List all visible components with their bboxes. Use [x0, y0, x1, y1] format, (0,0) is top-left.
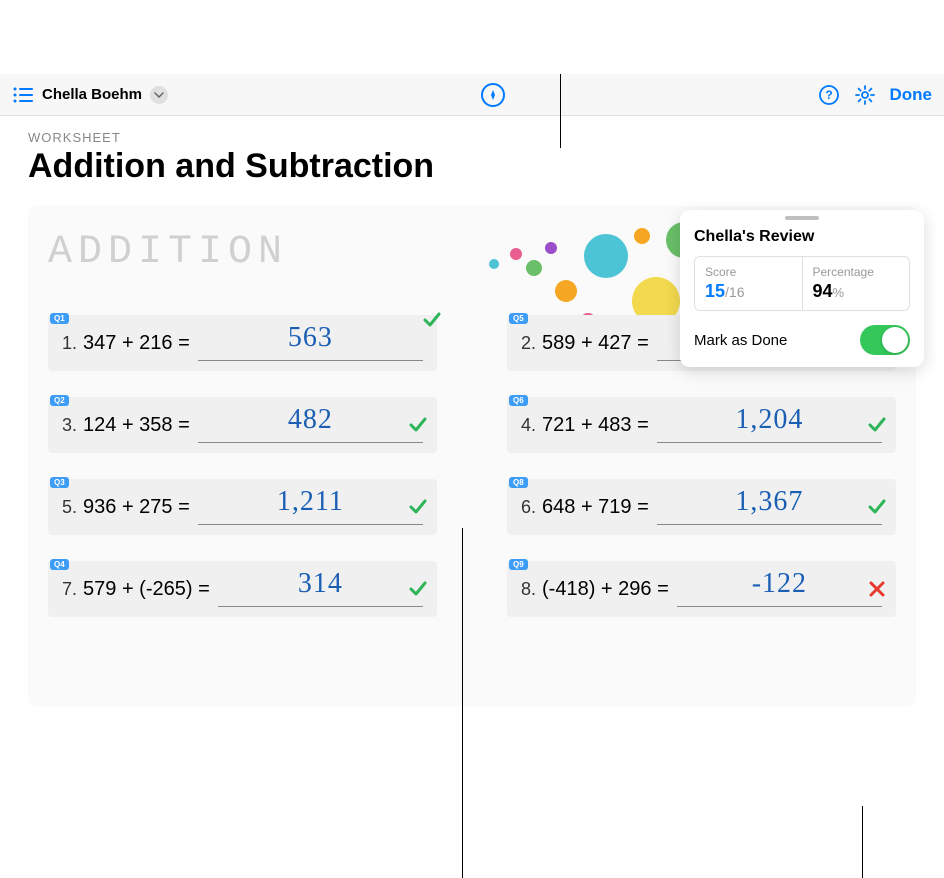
question-row[interactable]: Q4 7. 579 + (-265) = 314 — [48, 561, 437, 617]
markup-icon[interactable] — [481, 83, 505, 107]
question-text: 579 + (-265) = — [83, 578, 210, 601]
handwritten-answer: 1,211 — [277, 486, 344, 518]
user-name[interactable]: Chella Boehm — [42, 86, 142, 103]
question-row[interactable]: Q2 3. 124 + 358 = 482 — [48, 397, 437, 453]
question-number: 5. — [62, 497, 77, 518]
check-icon — [866, 496, 888, 518]
percentage-number: 94 — [813, 281, 833, 301]
toolbar-right: ? Done — [818, 84, 933, 106]
question-badge: Q6 — [509, 395, 528, 406]
check-icon — [407, 496, 429, 518]
question-number: 3. — [62, 415, 77, 436]
score-value: 15/16 — [705, 281, 792, 302]
percentage-value: 94% — [813, 281, 900, 302]
percentage-stat[interactable]: Percentage 94% — [803, 257, 910, 310]
question-row[interactable]: Q9 8. (-418) + 296 = -122 — [507, 561, 896, 617]
question-number: 7. — [62, 579, 77, 600]
answer-field[interactable]: 1,204 — [657, 407, 882, 443]
question-text: 936 + 275 = — [83, 496, 190, 519]
score-numerator: 15 — [705, 281, 725, 301]
question-text: 721 + 483 = — [542, 414, 649, 437]
toolbar-center — [168, 83, 817, 107]
bubble-icon — [510, 248, 522, 260]
handwritten-answer: 1,204 — [735, 404, 803, 436]
review-stats: Score 15/16 Percentage 94% — [694, 256, 910, 311]
toolbar-left: Chella Boehm — [12, 84, 168, 106]
list-icon[interactable] — [12, 84, 34, 106]
handwritten-answer: -122 — [752, 568, 807, 600]
question-number: 4. — [521, 415, 536, 436]
mark-done-toggle[interactable] — [860, 325, 910, 355]
answer-field[interactable]: 1,367 — [657, 489, 882, 525]
mark-done-row: Mark as Done — [694, 325, 910, 355]
question-row[interactable]: Q3 5. 936 + 275 = 1,211 — [48, 479, 437, 535]
help-icon[interactable]: ? — [818, 84, 840, 106]
bubble-icon — [555, 280, 577, 302]
score-stat[interactable]: Score 15/16 — [695, 257, 803, 310]
done-button[interactable]: Done — [890, 85, 933, 105]
percentage-label: Percentage — [813, 265, 900, 279]
review-title: Chella's Review — [694, 228, 910, 246]
drag-handle-icon[interactable] — [785, 216, 819, 220]
question-badge: Q5 — [509, 313, 528, 324]
question-badge: Q9 — [509, 559, 528, 570]
question-number: 8. — [521, 579, 536, 600]
question-number: 6. — [521, 497, 536, 518]
svg-text:?: ? — [825, 88, 832, 102]
question-row[interactable]: Q8 6. 648 + 719 = 1,367 — [507, 479, 896, 535]
answer-field[interactable]: 314 — [218, 571, 423, 607]
score-label: Score — [705, 265, 792, 279]
content: WORKSHEET Addition and Subtraction ADDIT… — [0, 116, 944, 720]
check-icon — [407, 578, 429, 600]
question-text: 124 + 358 = — [83, 414, 190, 437]
review-panel: Chella's Review Score 15/16 Percentage 9… — [680, 210, 924, 367]
chevron-down-icon[interactable] — [150, 86, 168, 104]
gear-icon[interactable] — [854, 84, 876, 106]
answer-field[interactable]: 563 — [198, 325, 423, 361]
score-denominator: 16 — [729, 284, 745, 300]
handwritten-answer: 563 — [288, 322, 333, 354]
question-row[interactable]: Q6 4. 721 + 483 = 1,204 — [507, 397, 896, 453]
answer-field[interactable]: 482 — [198, 407, 423, 443]
check-icon — [407, 414, 429, 436]
handwritten-answer: 482 — [288, 404, 333, 436]
handwritten-answer: 1,367 — [735, 486, 803, 518]
bubble-icon — [584, 234, 628, 278]
question-text: 589 + 427 = — [542, 332, 649, 355]
toggle-knob-icon — [882, 327, 908, 353]
handwritten-answer: 314 — [298, 568, 343, 600]
bubble-icon — [489, 259, 499, 269]
question-badge: Q3 — [50, 477, 69, 488]
bubble-icon — [526, 260, 542, 276]
question-number: 1. — [62, 333, 77, 354]
question-badge: Q4 — [50, 559, 69, 570]
worksheet-label: WORKSHEET — [28, 130, 916, 145]
check-icon — [421, 309, 443, 331]
question-row[interactable]: Q1 1. 347 + 216 = 563 — [48, 315, 437, 371]
answer-field[interactable]: -122 — [677, 571, 882, 607]
bubble-icon — [634, 228, 650, 244]
question-text: (-418) + 296 = — [542, 578, 669, 601]
mark-done-label: Mark as Done — [694, 332, 787, 349]
question-badge: Q1 — [50, 313, 69, 324]
callout-line — [462, 528, 463, 878]
question-text: 347 + 216 = — [83, 332, 190, 355]
callout-line — [862, 806, 863, 878]
toolbar: Chella Boehm ? Done — [0, 74, 944, 116]
page-title: Addition and Subtraction — [28, 147, 916, 186]
x-icon — [866, 578, 888, 600]
bubble-icon — [545, 242, 557, 254]
answer-field[interactable]: 1,211 — [198, 489, 423, 525]
check-icon — [866, 414, 888, 436]
question-badge: Q8 — [509, 477, 528, 488]
question-text: 648 + 719 = — [542, 496, 649, 519]
question-number: 2. — [521, 333, 536, 354]
question-badge: Q2 — [50, 395, 69, 406]
